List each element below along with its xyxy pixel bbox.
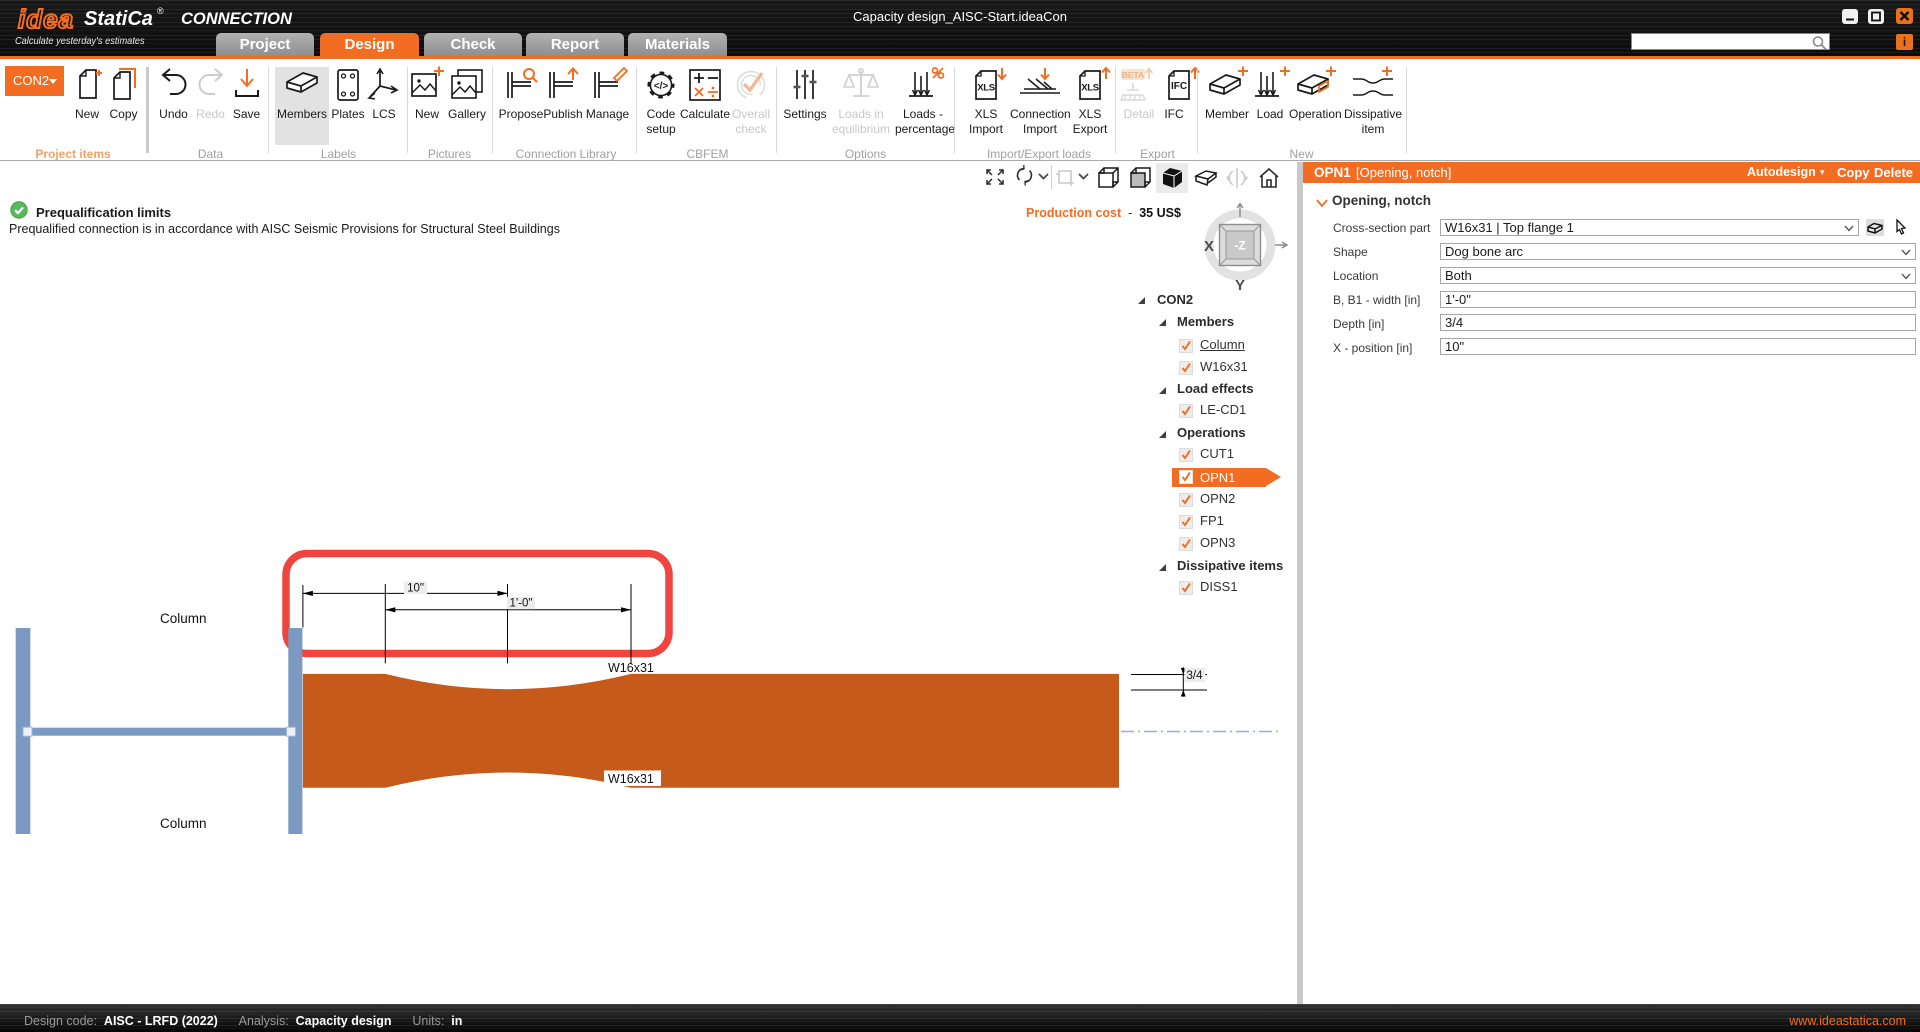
svg-text:W16x31: W16x31 [608,661,654,675]
svg-text:W16x31: W16x31 [608,772,654,786]
svg-text:XLS: XLS [977,83,995,94]
svg-text:1'-0": 1'-0" [510,598,533,610]
svg-text:BETA: BETA [1122,70,1145,80]
svg-text:Column: Column [160,611,207,626]
svg-text:Y: Y [1235,277,1245,294]
svg-text:IFC: IFC [1171,81,1187,92]
svg-text:-Z: -Z [1234,239,1245,253]
svg-text:10": 10" [407,583,424,595]
svg-text:3/4: 3/4 [1187,670,1204,682]
svg-text:X: X [1204,238,1214,255]
svg-text:XLS: XLS [1081,83,1099,94]
svg-text:</>: </> [654,81,669,92]
svg-text:Column: Column [160,816,207,831]
